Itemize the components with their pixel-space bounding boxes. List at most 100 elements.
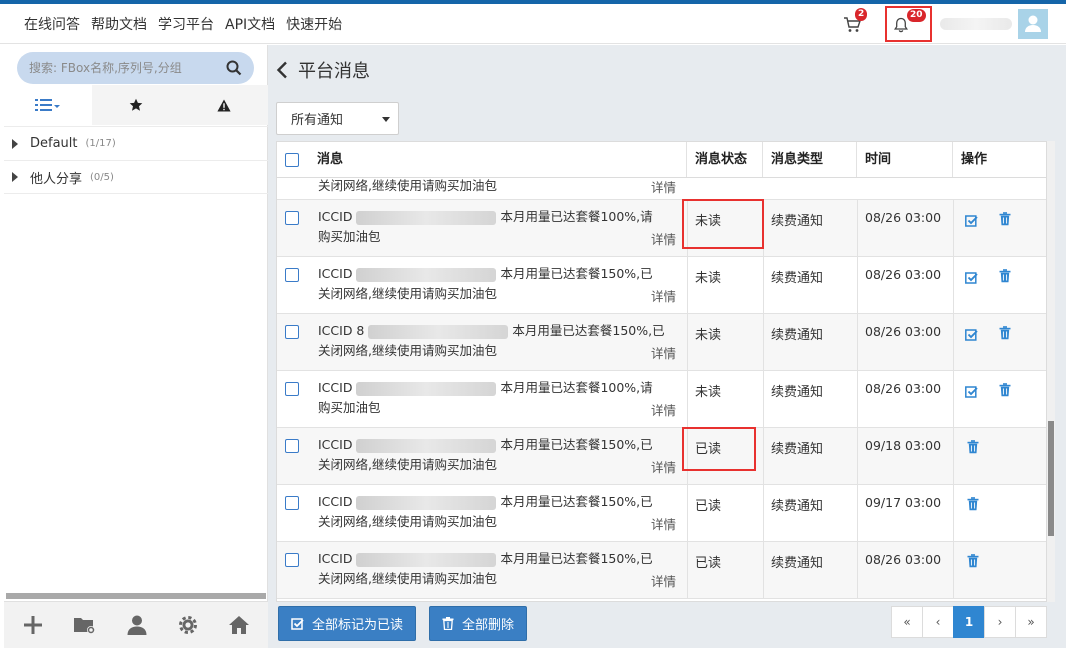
- username-blurred[interactable]: [940, 18, 1012, 30]
- mark-read-icon[interactable]: [965, 212, 978, 231]
- avatar[interactable]: [1018, 9, 1048, 39]
- folder-settings-icon[interactable]: [73, 615, 97, 635]
- group-name: Default: [30, 136, 78, 151]
- sidebar: Default (1/17) 他人分享 (0/5): [4, 45, 268, 648]
- row-checkbox[interactable]: [285, 439, 299, 453]
- iccid-blurred: [356, 267, 497, 282]
- sidebar-tabs: [4, 85, 268, 125]
- next-page-button[interactable]: ›: [984, 606, 1016, 638]
- last-page-button[interactable]: »: [1015, 606, 1047, 638]
- top-bar: 在线问答 帮助文档 学习平台 API文档 快速开始 2 20: [0, 4, 1066, 44]
- row-checkbox[interactable]: [285, 496, 299, 510]
- row-checkbox[interactable]: [285, 211, 299, 225]
- type-cell: 续费通知: [771, 214, 824, 229]
- column-divider: [763, 314, 764, 370]
- trash-icon[interactable]: [999, 268, 1011, 287]
- message-text: ICCID 本月用量已达套餐100%,请 购买加油包: [318, 378, 678, 418]
- detail-link[interactable]: 详情: [651, 177, 676, 196]
- table-row[interactable]: ICCID 8 本月用量已达套餐150%,已 关闭网络,继续使用请购买加油包 详情未…: [277, 314, 1046, 371]
- trash-icon[interactable]: [999, 382, 1011, 401]
- sidebar-horizontal-scrollbar[interactable]: [6, 593, 266, 599]
- nav-api-docs[interactable]: API文档: [225, 14, 275, 34]
- detail-link[interactable]: 详情: [651, 343, 676, 362]
- detail-link[interactable]: 详情: [651, 514, 676, 533]
- column-divider: [857, 428, 858, 484]
- detail-link[interactable]: 详情: [651, 229, 676, 248]
- mark-read-icon[interactable]: [965, 269, 978, 288]
- select-all-checkbox[interactable]: [285, 153, 299, 167]
- nav-qa[interactable]: 在线问答: [24, 14, 80, 34]
- bell-icon: [894, 17, 908, 33]
- row-checkbox[interactable]: [285, 553, 299, 567]
- time-cell: 09/17 03:00: [865, 495, 942, 510]
- message-text: ICCID 本月用量已达套餐150%,已 关闭网络,继续使用请购买加油包: [318, 492, 678, 532]
- tab-alarms[interactable]: [180, 85, 268, 125]
- filter-value: 所有通知: [291, 113, 344, 128]
- mark-read-icon[interactable]: [965, 383, 978, 402]
- tab-list[interactable]: [4, 85, 92, 125]
- trash-icon[interactable]: [999, 325, 1011, 344]
- home-icon[interactable]: [228, 615, 250, 635]
- delete-all-button[interactable]: 全部删除: [429, 606, 528, 641]
- trash-icon[interactable]: [967, 439, 979, 458]
- column-message: 消息: [309, 142, 687, 177]
- table-header: 消息 消息状态 消息类型 时间 操作: [277, 142, 1046, 178]
- mark-read-icon[interactable]: [965, 326, 978, 345]
- prev-page-button[interactable]: ‹: [922, 606, 954, 638]
- column-divider: [687, 314, 688, 370]
- expand-arrow-icon[interactable]: [12, 172, 18, 182]
- table-row[interactable]: ICCID 本月用量已达套餐150%,已 关闭网络,继续使用请购买加油包 详情 已读续…: [277, 428, 1046, 485]
- detail-link[interactable]: 详情: [651, 457, 676, 476]
- tab-favorites[interactable]: [92, 85, 180, 125]
- row-checkbox[interactable]: [285, 325, 299, 339]
- table-row[interactable]: ICCID 本月用量已达套餐100%,请 购买加油包 详情 未读 续费通知 08/26 0…: [277, 200, 1046, 257]
- group-shared[interactable]: 他人分享 (0/5): [4, 160, 268, 194]
- highlight-unread-status: [682, 199, 764, 249]
- scrollbar-thumb[interactable]: [1048, 421, 1054, 536]
- nav-learning[interactable]: 学习平台: [158, 14, 214, 34]
- sidebar-search: [17, 52, 254, 84]
- gear-icon[interactable]: [177, 614, 199, 636]
- warning-icon: [217, 99, 231, 111]
- page-title: 平台消息: [298, 61, 370, 82]
- group-default[interactable]: Default (1/17): [4, 126, 268, 160]
- column-divider: [857, 542, 858, 598]
- nav-quick-start[interactable]: 快速开始: [286, 14, 342, 34]
- table-scrollbar[interactable]: [1047, 141, 1055, 602]
- status-cell: 未读: [695, 271, 722, 286]
- type-cell: 续费通知: [771, 271, 824, 286]
- time-cell: 08/26 03:00: [865, 381, 942, 396]
- column-divider: [953, 485, 954, 541]
- table-row[interactable]: ICCID 本月用量已达套餐150%,已 关闭网络,继续使用请购买加油包 详情 已读续…: [277, 485, 1046, 542]
- table-row[interactable]: ICCID 本月用量已达套餐150%,已 关闭网络,继续使用请购买加油包 详情 未读续…: [277, 257, 1046, 314]
- trash-icon[interactable]: [999, 211, 1011, 230]
- pagination: « ‹ 1 › »: [891, 606, 1047, 638]
- trash-icon[interactable]: [967, 553, 979, 572]
- detail-link[interactable]: 详情: [651, 571, 676, 590]
- search-icon[interactable]: [226, 60, 242, 76]
- nav-help[interactable]: 帮助文档: [91, 14, 147, 34]
- trash-icon[interactable]: [967, 496, 979, 515]
- plus-icon[interactable]: [22, 614, 44, 636]
- table-row[interactable]: ICCID 本月用量已达套餐150%,已 关闭网络,继续使用请购买加油包 详情 已读续…: [277, 542, 1046, 599]
- detail-link[interactable]: 详情: [651, 400, 676, 419]
- back-arrow-icon[interactable]: [276, 61, 288, 79]
- status-cell: 已读: [695, 556, 722, 571]
- detail-link[interactable]: 详情: [651, 286, 676, 305]
- table-row[interactable]: ICCID 本月用量已达套餐100%,请 购买加油包 详情 未读 续费通知 08/26 0…: [277, 371, 1046, 428]
- row-checkbox[interactable]: [285, 382, 299, 396]
- notification-filter-select[interactable]: 所有通知: [276, 102, 399, 135]
- cart-button[interactable]: 2: [843, 8, 868, 35]
- expand-arrow-icon[interactable]: [12, 138, 18, 149]
- status-cell: 未读: [695, 385, 722, 400]
- cart-count-badge: 2: [855, 8, 868, 21]
- current-page-button[interactable]: 1: [953, 606, 985, 638]
- type-cell: 续费通知: [771, 385, 824, 400]
- column-divider: [687, 257, 688, 313]
- user-icon[interactable]: [126, 614, 148, 636]
- row-checkbox[interactable]: [285, 268, 299, 282]
- notification-button[interactable]: 20: [885, 6, 932, 42]
- search-input[interactable]: [29, 61, 219, 75]
- mark-all-read-button[interactable]: 全部标记为已读: [278, 606, 417, 641]
- first-page-button[interactable]: «: [891, 606, 923, 638]
